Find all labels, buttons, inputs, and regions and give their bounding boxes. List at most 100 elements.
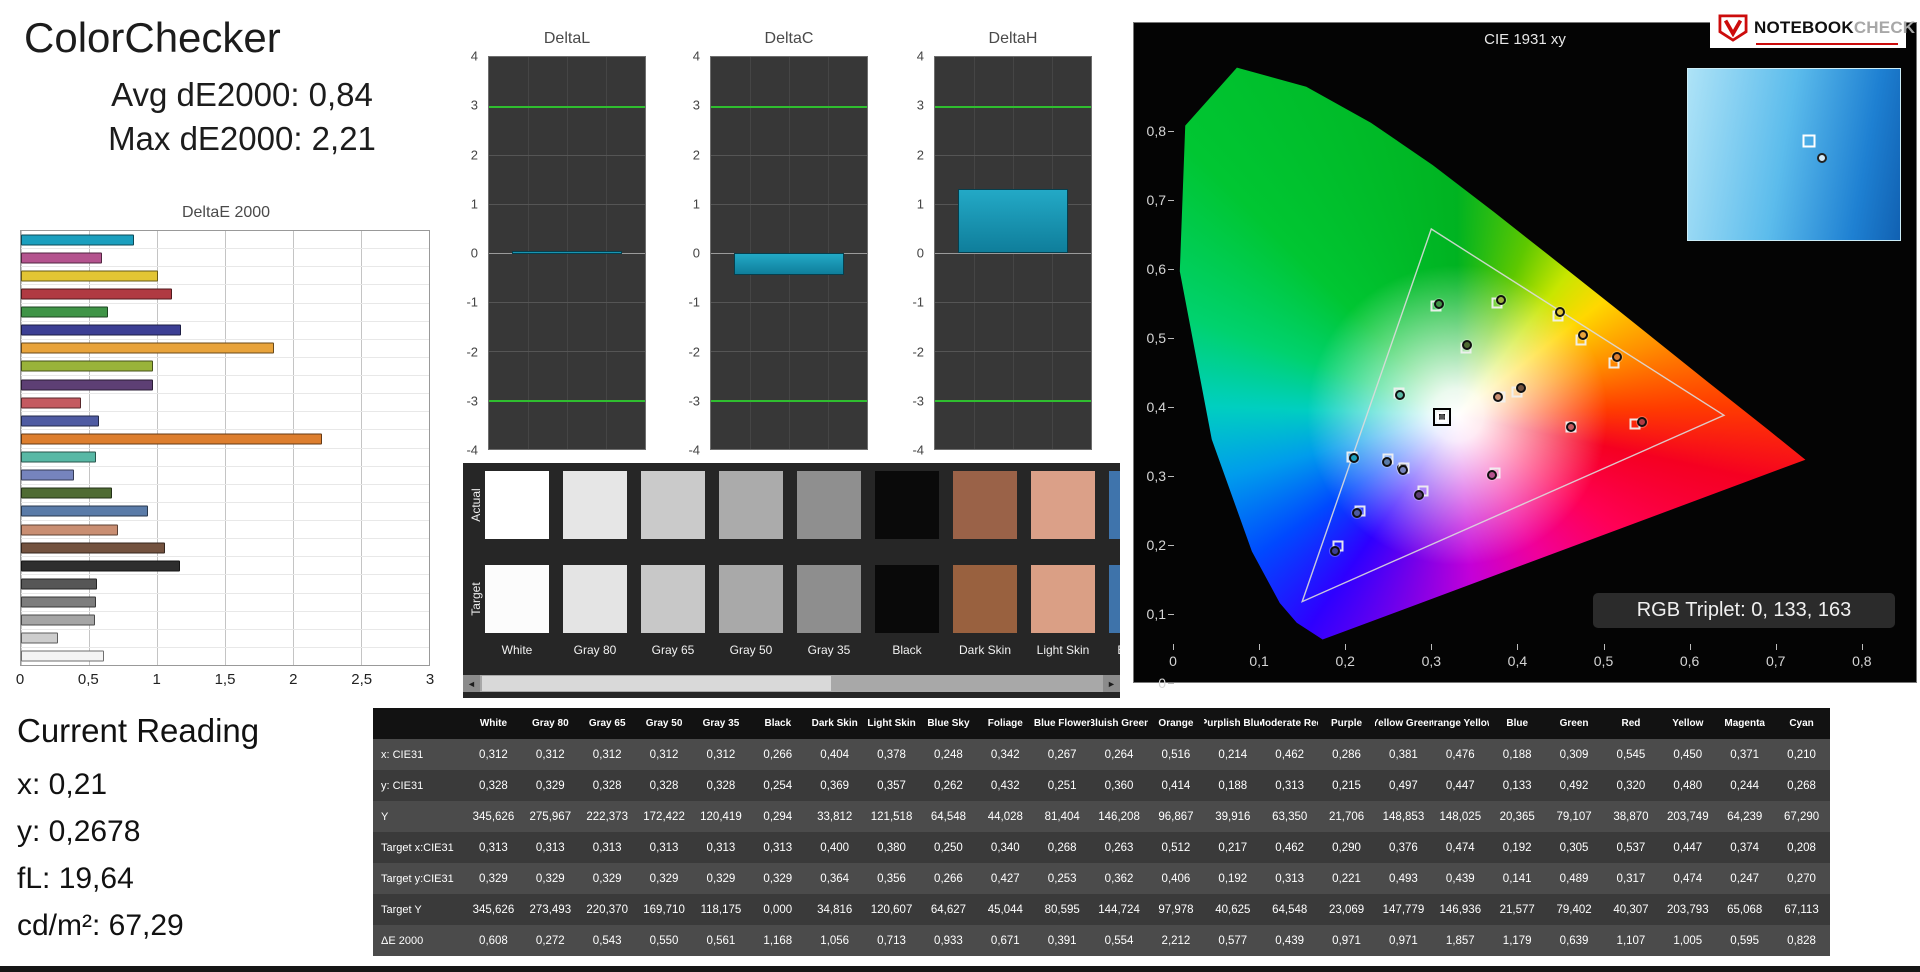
table-column-header: Red [1602,708,1660,739]
table-cell: 0,263 [1090,832,1148,863]
reading-cdm2: cd/m²: 67,29 [17,909,184,942]
y-axis-labels: 4 3 2 1 0 -1 -2 -3 -4 [664,49,706,458]
logo-text-bold: NOTEBOOK [1754,18,1854,37]
table-cell: 0,414 [1147,770,1205,801]
deltae-bar-row [21,485,429,503]
table-cell: 0,400 [806,832,864,863]
cie-y-tick-label: 0 [1158,675,1166,691]
table-column-header: Bluish Green [1090,708,1148,739]
y-tick-label: 3 [692,97,700,113]
check-badge-icon [1718,14,1748,42]
table-cell: 0,266 [920,863,977,894]
deltae-bar-white [21,650,104,662]
table-cell: 34,816 [806,894,864,925]
table-cell: 0,439 [1431,863,1489,894]
table-cell: 0,462 [1261,832,1319,863]
table-cell: 0,342 [976,739,1034,770]
colorchecker-screen: ColorChecker Avg dE2000: 0,84 Max dE2000… [0,0,1920,972]
deltae-bar-row [21,539,429,558]
actual-swatch [797,471,861,539]
table-cell: 0,312 [521,739,579,770]
table-cell: 21,577 [1488,894,1546,925]
table-column-header: Blue Sky [920,708,977,739]
cie-measured-point [1487,469,1498,480]
cie-x-tick-label: 0,5 [1593,653,1614,669]
cie-measured-point [1381,457,1392,468]
table-cell: 222,373 [578,801,636,832]
table-column-header: Gray 35 [692,708,750,739]
swatch-panel: Actual Target White Gray 80 Gray 65 Gray 50… [463,463,1120,698]
cie-measured-point [1462,339,1473,350]
cie-measured-point [1493,391,1504,402]
cie-y-tick [1168,683,1174,684]
table-cell: 0,312 [465,739,522,770]
table-cell: 0,493 [1375,863,1432,894]
table-column-header: Green [1545,708,1603,739]
table-cell: 0,328 [465,770,522,801]
cie-measured-point [1395,389,1406,400]
table-cell: 0,192 [1204,863,1262,894]
table-cell: 0,328 [692,770,750,801]
swatch-label: Light Skin [1036,643,1090,657]
table-column-header: White [465,708,522,739]
deltae-bar-gray-35 [21,578,98,590]
table-cell: 0,210 [1773,739,1830,770]
swatch-label: Dark Skin [958,643,1011,657]
table-cell: 0,313 [521,832,579,863]
table-cell: 0,340 [976,832,1034,863]
table-cell: 64,548 [920,801,977,832]
table-column-header: Moderate Red [1261,708,1319,739]
reading-y: y: 0,2678 [17,815,141,848]
chart-title: DeltaL [543,30,591,47]
deltae-bar-light-skin [21,524,118,536]
scroll-right-button[interactable]: ► [1103,675,1120,692]
swatch-column: Black [875,471,939,671]
table-cell: 0,450 [1659,739,1717,770]
scroll-left-button[interactable]: ◄ [463,675,480,692]
deltae-bar-gray-65 [21,614,95,626]
table-cell: 146,936 [1431,894,1489,925]
grid-line [711,204,867,205]
swatch-scrollbar[interactable]: ◄ ► [463,675,1120,692]
table-cell: 0,329 [465,863,522,894]
grid-line [935,302,1091,303]
scrollbar-track[interactable] [480,675,1103,692]
table-cell: 0,329 [635,863,693,894]
cie-x-tick-label: 0,1 [1249,653,1269,669]
cie-x-tick [1345,644,1347,650]
table-cell: 0,188 [1204,770,1262,801]
table-cell: 345,626 [465,894,522,925]
table-cell: 0,371 [1716,739,1774,770]
delta-chart-deltah: DeltaH 4 3 2 1 0 -1 -2 -3 -4 [888,30,1100,458]
table-cell: 0,376 [1375,832,1432,863]
cie-x-tick-label: 0,2 [1335,653,1355,669]
table-cell: 0,248 [920,739,977,770]
deltae-x-tick-label: 1,5 [214,671,236,688]
table-cell: 120,607 [863,894,920,925]
delta-bar [958,189,1068,253]
table-cell: 203,749 [1659,801,1717,832]
table-cell: 64,548 [1261,894,1319,925]
table-cell: 0,378 [863,739,920,770]
swatch-label: Gray 65 [651,643,695,657]
table-cell: 65,068 [1716,894,1774,925]
table-row-label: Target Y [373,894,465,925]
table-cell: 0,608 [465,925,522,956]
swatch-label: Black [892,643,922,657]
limit-line [489,400,645,402]
table-cell: 0,268 [1773,770,1830,801]
table-cell: 38,870 [1602,801,1660,832]
deltae-bar-row [21,612,429,630]
scrollbar-thumb[interactable] [482,676,831,691]
table-row-label: x: CIE31 [373,739,465,770]
grid-line [711,351,867,352]
deltae-bar-blue-sky [21,505,148,517]
table-column-header: Gray 65 [578,708,636,739]
table-cell: 0,264 [1090,739,1148,770]
table-cell: 0,215 [1318,770,1375,801]
cie-measured-point [1612,352,1623,363]
table-cell: 0,512 [1147,832,1205,863]
cie-x-tick [1775,644,1777,650]
grid-line [711,155,867,156]
table-cell: 0,381 [1375,739,1432,770]
